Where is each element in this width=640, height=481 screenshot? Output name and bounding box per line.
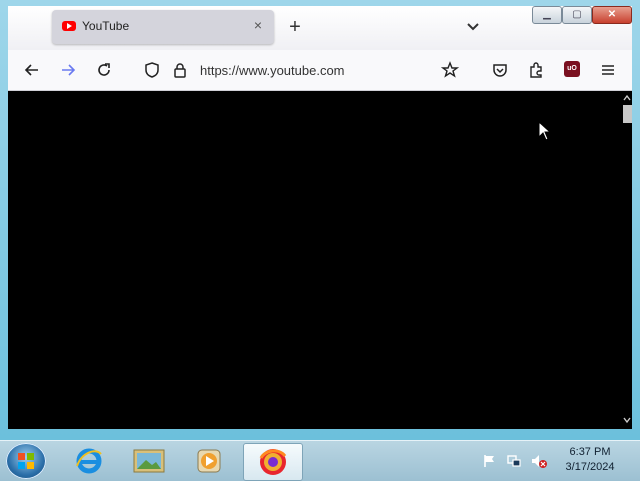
new-tab-button[interactable]: + <box>284 16 306 38</box>
internet-explorer-icon <box>76 448 102 474</box>
tab-title: YouTube <box>82 19 130 33</box>
forward-arrow-icon <box>62 64 76 76</box>
reload-button[interactable] <box>94 60 114 80</box>
back-button[interactable] <box>22 60 42 80</box>
taskbar-photo-gallery[interactable] <box>120 443 178 479</box>
extensions-button[interactable] <box>526 60 546 80</box>
lock-icon <box>174 63 186 78</box>
ublock-origin-icon[interactable]: uO <box>564 61 580 77</box>
photo-gallery-icon <box>133 449 165 473</box>
close-window-button[interactable]: ✕ <box>592 6 632 24</box>
mouse-cursor-icon <box>538 121 552 141</box>
navigation-toolbar: https://www.youtube.com uO <box>8 50 632 91</box>
clock-time: 6:37 PM <box>569 446 611 458</box>
taskbar: 6:37 PM 3/17/2024 <box>0 440 640 481</box>
media-player-icon <box>197 449 221 473</box>
pocket-icon <box>493 64 507 77</box>
page-content[interactable] <box>8 91 632 429</box>
vertical-scrollbar[interactable] <box>622 91 632 429</box>
bookmark-button[interactable] <box>440 60 460 80</box>
app-menu-button[interactable] <box>598 60 618 80</box>
taskbar-internet-explorer[interactable] <box>60 443 118 479</box>
start-button[interactable] <box>6 443 46 479</box>
list-all-tabs-button[interactable] <box>464 18 482 36</box>
site-info-button[interactable] <box>170 60 190 80</box>
scroll-up-icon[interactable] <box>622 93 632 103</box>
taskbar-firefox[interactable] <box>243 443 303 481</box>
scroll-down-icon[interactable] <box>622 415 632 425</box>
scrollbar-thumb[interactable] <box>623 105 632 123</box>
url-bar[interactable]: https://www.youtube.com <box>200 63 345 78</box>
taskbar-media-player[interactable] <box>180 443 238 479</box>
minimize-button[interactable]: ▁ <box>532 6 562 24</box>
tab-close-icon[interactable]: × <box>250 17 266 33</box>
puzzle-icon <box>530 62 542 78</box>
minimize-icon: ▁ <box>543 9 551 20</box>
reload-icon <box>98 63 110 76</box>
network-icon[interactable] <box>506 453 522 469</box>
shield-icon <box>145 62 159 78</box>
maximize-button[interactable]: ▢ <box>562 6 592 24</box>
volume-muted-icon[interactable] <box>530 453 548 469</box>
tracking-protection-button[interactable] <box>142 60 162 80</box>
star-icon <box>441 61 459 78</box>
hamburger-menu-icon <box>602 65 614 75</box>
tab-youtube[interactable]: YouTube × <box>52 10 274 44</box>
chevron-down-icon <box>467 23 479 31</box>
clock-date: 3/17/2024 <box>565 461 615 473</box>
action-center-flag-icon[interactable] <box>482 453 498 469</box>
close-icon: ✕ <box>607 9 617 20</box>
youtube-favicon-icon <box>62 21 76 31</box>
system-clock[interactable]: 6:37 PM 3/17/2024 <box>558 445 622 475</box>
back-arrow-icon <box>24 64 38 76</box>
pocket-button[interactable] <box>490 60 510 80</box>
forward-button[interactable] <box>58 60 78 80</box>
browser-window: YouTube × + ▁ ▢ ✕ https://www.youtube.co… <box>0 0 640 440</box>
firefox-icon <box>259 449 287 475</box>
windows-logo-icon <box>18 453 34 469</box>
maximize-icon: ▢ <box>572 9 582 20</box>
